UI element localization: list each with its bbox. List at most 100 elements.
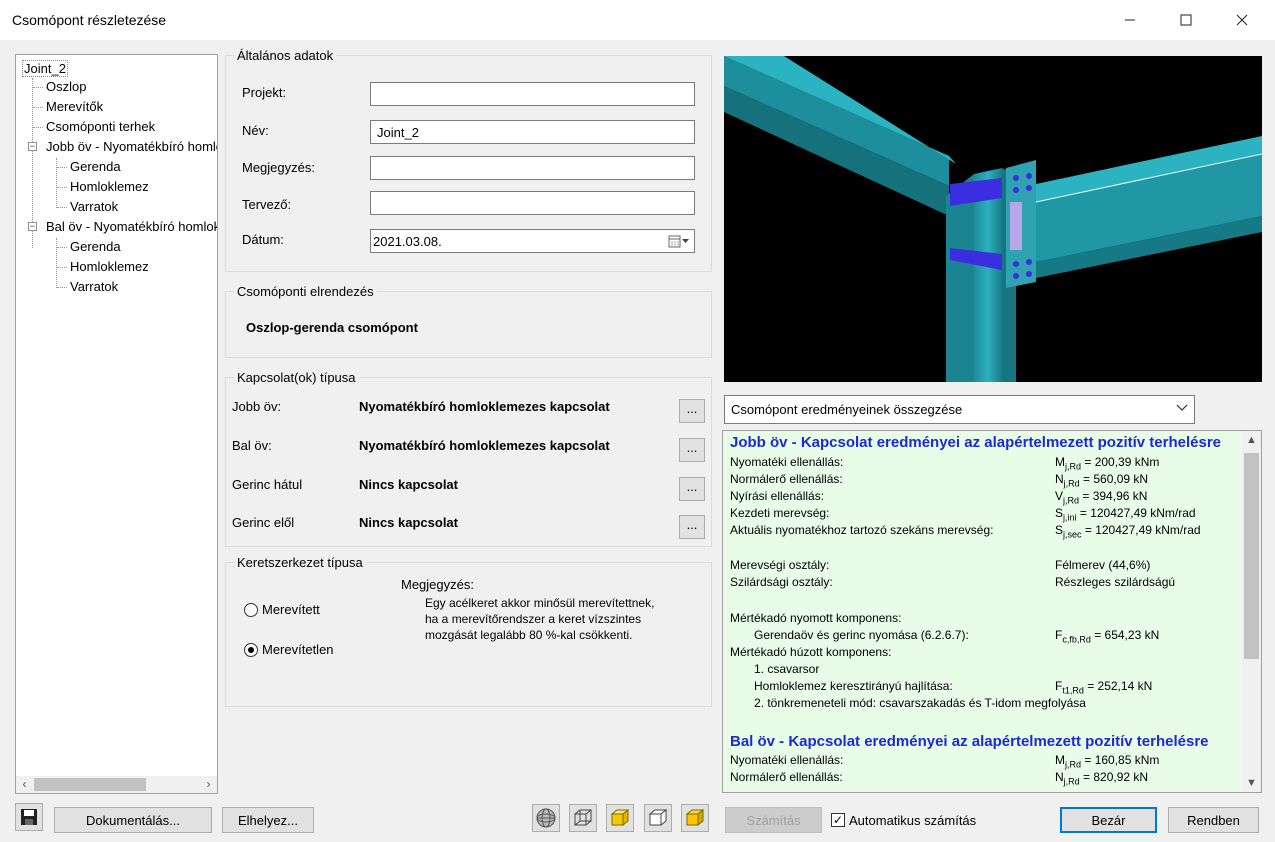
calendar-icon[interactable] [668,234,690,251]
projekt-label: Projekt: [242,85,287,100]
megjegyzes-label: Megjegyzés: [242,160,315,175]
jobb-ov-label: Jobb öv: [232,399,282,414]
projekt-input[interactable] [370,82,695,106]
bal-ov-label: Bal öv: [232,438,272,453]
close-button[interactable]: Bezár [1060,807,1157,833]
strength-class-value: Részleges szilárdságú [1055,575,1176,589]
tree-horizontal-scrollbar[interactable]: ‹ › [16,776,217,793]
scroll-left-icon[interactable]: ‹ [16,776,33,793]
documentation-button[interactable]: Dokumentálás... [54,807,212,833]
stiffness-class-label: Merevségi osztály: [730,558,830,572]
calculate-button[interactable]: Számítás [725,807,822,833]
nev-input[interactable]: Joint_2 [370,120,695,144]
result-value: Mj,Rd = 200,39 kNm [1055,455,1160,472]
datum-picker[interactable]: 2021.03.08. [370,229,695,253]
frame-note-label: Megjegyzés: [401,577,474,592]
megjegyzes-input[interactable] [370,156,695,180]
results-summary-value: Csomópont eredményeinek összegzése [731,402,963,417]
tree-item-varratok-left[interactable]: Varratok [70,279,118,294]
ok-button[interactable]: Rendben [1168,807,1259,833]
auto-calc-checkbox[interactable]: ✓ [831,813,845,827]
sphere-view-icon[interactable] [532,804,560,832]
tree-item-gerenda-right[interactable]: Gerenda [70,159,121,174]
gerinc-elol-value: Nincs kapcsolat [359,515,458,530]
joint-3d-model [724,56,1262,382]
joint-tree[interactable]: Joint_2 Oszlop Merevítők Csomóponti terh… [15,54,218,794]
result-label: Kezdeti merevség: [730,506,830,520]
result-value: Nj,Rd = 560,09 kN [1055,472,1149,489]
result-value: Sj,ini = 120427,49 kNm/rad [1055,506,1196,523]
frame-note-line: Egy acélkeret akkor minősül merevítettne… [425,596,655,610]
auto-calc-label[interactable]: Automatikus számítás [849,813,976,828]
window-title: Csomópont részletezése [12,12,167,28]
compression-component-value: Fc,fb,Rd = 654,23 kN [1055,628,1160,645]
scroll-right-icon[interactable]: › [200,776,217,793]
close-icon[interactable] [1219,0,1265,40]
save-icon[interactable] [15,803,43,831]
nev-label: Név: [242,123,269,138]
shaded-cube-icon[interactable] [681,804,709,832]
gerinc-hatul-value: Nincs kapcsolat [359,477,458,492]
stiffness-class-value: Félmerev (44,6%) [1055,558,1151,572]
gerinc-elol-edit-button[interactable]: ... [679,515,705,539]
collapse-icon[interactable]: − [28,222,37,231]
collapse-icon[interactable]: − [28,142,37,151]
tree-connector [56,238,57,288]
joint-layout-value: Oszlop-gerenda csomópont [246,320,418,335]
joint-3d-view[interactable] [724,56,1262,382]
strength-class-label: Szilárdsági osztály: [730,575,833,589]
tree-item-oszlop[interactable]: Oszlop [46,79,86,94]
tree-item-jobb-ov[interactable]: Jobb öv - Nyomatékbíró homlokl [46,139,217,154]
failure-mode-text: 2. tönkremeneteli mód: csavarszakadás és… [754,696,1086,710]
tree-item-bal-ov[interactable]: Bal öv - Nyomatékbíró homlokl [46,219,217,234]
tree-item-homloklemez-left[interactable]: Homloklemez [70,259,149,274]
hidden-line-cube-icon[interactable] [644,804,672,832]
unbraced-radio[interactable] [244,643,258,657]
result-label: Normálerő ellenállás: [730,770,843,784]
frame-note-line: ha a merevítőrendszer a keret vízszintes [425,612,642,626]
result-label: Normálerő ellenállás: [730,472,843,486]
result-label: Nyomatéki ellenállás: [730,753,844,767]
results-summary-dropdown[interactable]: Csomópont eredményeinek összegzése [724,395,1195,424]
scroll-down-icon[interactable]: ▼ [1242,774,1261,792]
jobb-ov-edit-button[interactable]: ... [679,399,705,423]
tree-item-homloklemez-right[interactable]: Homloklemez [70,179,149,194]
left-results-heading: Bal öv - Kapcsolat eredményei az alapért… [730,733,1209,750]
results-panel[interactable]: Jobb öv - Kapcsolat eredményei az alapér… [722,430,1262,793]
solid-cube-icon[interactable] [606,804,634,832]
result-label: Aktuális nyomatékhoz tartozó szekáns mer… [730,523,994,537]
tree-connector [56,158,57,208]
bal-ov-value: Nyomatékbíró homloklemezes kapcsolat [359,438,610,453]
tree-item-merevitok[interactable]: Merevítők [46,99,103,114]
connection-type-title: Kapcsolat(ok) típusa [234,370,359,385]
general-data-title: Általános adatok [234,48,337,63]
scroll-up-icon[interactable]: ▲ [1242,431,1261,449]
tree-root-joint[interactable]: Joint_2 [22,60,68,77]
jobb-ov-value: Nyomatékbíró homloklemezes kapcsolat [359,399,610,414]
gerinc-elol-label: Gerinc elől [232,515,295,530]
tree-item-gerenda-left[interactable]: Gerenda [70,239,121,254]
tension-component-label: Homloklemez keresztirányú hajlítása: [754,679,953,693]
tree-item-varratok-right[interactable]: Varratok [70,199,118,214]
result-value: Sj,sec = 120427,49 kNm/rad [1055,523,1201,540]
frame-type-title: Keretszerkezet típusa [234,555,366,570]
tree-item-csomoponti-terhek[interactable]: Csomóponti terhek [46,119,155,134]
title-bar: Csomópont részletezése [0,0,1275,40]
result-value: Vj,Rd = 394,96 kN [1055,489,1148,506]
braced-label[interactable]: Merevített [262,602,320,617]
scroll-thumb[interactable] [34,778,146,791]
result-value: Mj,Rd = 160,85 kNm [1055,753,1160,770]
minimize-icon[interactable] [1107,0,1153,40]
braced-radio[interactable] [244,603,258,617]
maximize-icon[interactable] [1163,0,1209,40]
results-vertical-scrollbar[interactable]: ▲ ▼ [1242,431,1261,792]
wireframe-cube-icon[interactable] [569,804,597,832]
compression-component-label: Gerendaöv és gerinc nyomása (6.2.6.7): [754,628,969,642]
place-button[interactable]: Elhelyez... [222,807,314,833]
tervezo-input[interactable] [370,191,695,215]
joint-layout-title: Csomóponti elrendezés [234,284,377,299]
bal-ov-edit-button[interactable]: ... [679,438,705,462]
scroll-thumb[interactable] [1244,453,1259,659]
unbraced-label[interactable]: Merevítetlen [262,642,334,657]
gerinc-hatul-edit-button[interactable]: ... [679,477,705,501]
